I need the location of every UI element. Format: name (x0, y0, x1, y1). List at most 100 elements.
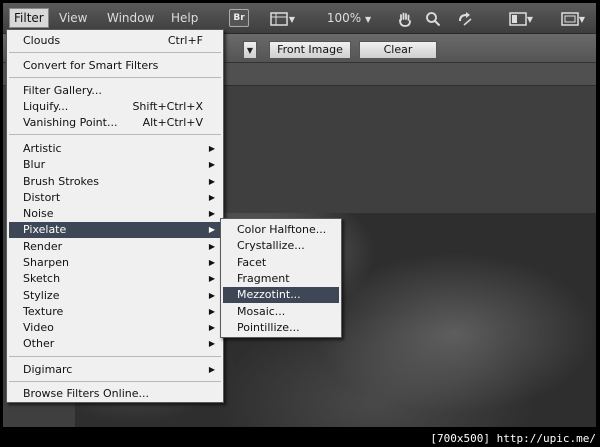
menu-item-label: Filter Gallery... (23, 84, 102, 97)
menu-item-vanishing-point[interactable]: Vanishing Point... Alt+Ctrl+V (9, 115, 221, 131)
grid-icon (270, 11, 288, 26)
menu-item-filter-gallery[interactable]: Filter Gallery... (9, 83, 221, 99)
submenu-arrow-icon: ▶ (208, 225, 215, 234)
menu-item-color-halftone[interactable]: Color Halftone... (223, 222, 339, 238)
submenu-arrow-icon: ▶ (208, 177, 215, 186)
menu-item-label: Fragment (237, 272, 290, 285)
menu-view[interactable]: View (55, 9, 91, 27)
menu-item-mezzotint[interactable]: Mezzotint... (223, 287, 339, 303)
menu-item-label: Vanishing Point... (23, 116, 118, 129)
chevron-down-icon: ▼ (288, 15, 296, 24)
submenu-arrow-icon: ▶ (208, 291, 215, 300)
zoom-level-value: 100% (326, 11, 362, 25)
menu-item-label: Blur (23, 158, 46, 171)
submenu-arrow-icon: ▶ (208, 307, 215, 316)
menu-item-digimarc[interactable]: Digimarc ▶ (9, 362, 221, 378)
arrange-icon (509, 11, 527, 26)
menu-item-label: Crystallize... (237, 239, 305, 252)
rotate-view-button[interactable] (453, 8, 477, 28)
menu-item-mosaic[interactable]: Mosaic... (223, 304, 339, 320)
menu-item-render[interactable]: Render ▶ (9, 239, 221, 255)
menu-item-artistic[interactable]: Artistic ▶ (9, 141, 221, 157)
zoom-tool-button[interactable] (423, 8, 443, 28)
menu-item-brush-strokes[interactable]: Brush Strokes ▶ (9, 174, 221, 190)
menu-separator (9, 356, 221, 357)
menu-item-label: Pointillize... (237, 321, 300, 334)
submenu-arrow-icon: ▶ (208, 323, 215, 332)
menu-item-liquify[interactable]: Liquify... Shift+Ctrl+X (9, 99, 221, 115)
menu-item-pointillize[interactable]: Pointillize... (223, 320, 339, 336)
menu-item-label: Stylize (23, 289, 60, 302)
screen-mode-button[interactable]: ▼ (553, 8, 593, 28)
filter-menu: Clouds Ctrl+F Convert for Smart Filters … (6, 29, 224, 403)
image-host-watermark: [700x500] http://upic.me/ (430, 432, 596, 445)
menu-item-label: Clouds (23, 34, 61, 47)
menu-item-shortcut: Ctrl+F (167, 34, 203, 47)
menu-item-label: Liquify... (23, 100, 69, 113)
menu-item-label: Pixelate (23, 223, 67, 236)
submenu-arrow-icon: ▶ (208, 274, 215, 283)
rotate-view-icon (459, 11, 472, 26)
menu-item-blur[interactable]: Blur ▶ (9, 157, 221, 173)
submenu-arrow-icon: ▶ (208, 144, 215, 153)
submenu-arrow-icon: ▶ (208, 209, 215, 218)
menu-item-noise[interactable]: Noise ▶ (9, 206, 221, 222)
menu-item-label: Brush Strokes (23, 175, 100, 188)
front-image-button[interactable]: Front Image (269, 41, 351, 59)
chevron-down-icon: ▼ (578, 15, 586, 24)
magnifier-icon (426, 11, 441, 26)
menu-item-pixelate[interactable]: Pixelate ▶ (9, 222, 221, 238)
zoom-level-dropdown[interactable]: 100% ▼ (319, 8, 379, 28)
menu-item-label: Distort (23, 191, 61, 204)
menu-separator (9, 381, 221, 382)
menu-item-convert-for-smart-filters[interactable]: Convert for Smart Filters (9, 58, 221, 74)
menu-item-video[interactable]: Video ▶ (9, 320, 221, 336)
menu-item-sharpen[interactable]: Sharpen ▶ (9, 255, 221, 271)
menu-item-distort[interactable]: Distort ▶ (9, 190, 221, 206)
menu-window[interactable]: Window (103, 9, 158, 27)
menu-item-label: Mezzotint... (237, 288, 301, 301)
pixelate-submenu: Color Halftone... Crystallize... Facet F… (220, 218, 342, 338)
hand-tool-button[interactable] (395, 8, 415, 28)
menu-separator (9, 52, 221, 53)
submenu-arrow-icon: ▶ (208, 365, 215, 374)
view-extras-button[interactable]: ▼ (265, 8, 299, 28)
menu-item-fragment[interactable]: Fragment (223, 271, 339, 287)
menu-separator (9, 134, 221, 135)
menu-item-label: Sharpen (23, 256, 69, 269)
menu-filter[interactable]: Filter (9, 8, 49, 28)
menu-item-label: Sketch (23, 272, 61, 285)
menu-item-texture[interactable]: Texture ▶ (9, 304, 221, 320)
submenu-arrow-icon: ▶ (208, 160, 215, 169)
chevron-down-icon: ▼ (364, 15, 372, 24)
menu-item-crystallize[interactable]: Crystallize... (223, 238, 339, 254)
bridge-button[interactable]: Br (229, 9, 249, 27)
menu-item-shortcut: Shift+Ctrl+X (132, 100, 203, 113)
menu-item-other[interactable]: Other ▶ (9, 336, 221, 352)
menu-item-label: Digimarc (23, 363, 73, 376)
menu-item-browse-filters-online[interactable]: Browse Filters Online... (9, 386, 221, 402)
screen-mode-icon (561, 11, 579, 26)
photoshop-window: Filter View Window Help Br ▼ 100% ▼ ▼ ▼ … (3, 3, 596, 427)
hand-icon (399, 12, 411, 27)
menu-item-stylize[interactable]: Stylize ▶ (9, 288, 221, 304)
submenu-arrow-icon: ▶ (208, 258, 215, 267)
menu-item-label: Other (23, 337, 55, 350)
menu-item-label: Texture (23, 305, 64, 318)
menu-help[interactable]: Help (167, 9, 202, 27)
menu-item-clouds[interactable]: Clouds Ctrl+F (9, 33, 221, 49)
clear-button[interactable]: Clear (359, 41, 437, 59)
menu-item-label: Video (23, 321, 54, 334)
arrange-documents-button[interactable]: ▼ (501, 8, 541, 28)
menu-item-label: Artistic (23, 142, 62, 155)
chevron-down-icon: ▼ (526, 15, 534, 24)
dropdown-button[interactable]: ▼ (243, 41, 257, 59)
menu-item-label: Convert for Smart Filters (23, 59, 159, 72)
menu-separator (9, 77, 221, 78)
menu-item-facet[interactable]: Facet (223, 255, 339, 271)
menu-item-label: Color Halftone... (237, 223, 327, 236)
menu-item-sketch[interactable]: Sketch ▶ (9, 271, 221, 287)
chevron-down-icon: ▼ (246, 46, 254, 55)
submenu-arrow-icon: ▶ (208, 339, 215, 348)
menu-item-shortcut: Alt+Ctrl+V (142, 116, 203, 129)
